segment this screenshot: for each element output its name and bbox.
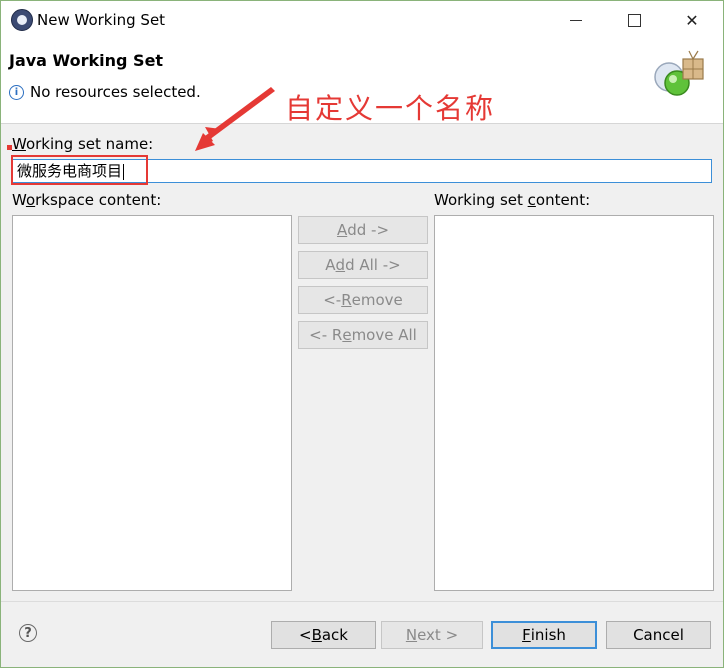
title-bar: New Working Set ✕	[1, 1, 723, 39]
minimize-button[interactable]	[553, 1, 599, 39]
wizard-title: Java Working Set	[9, 51, 164, 70]
annotation-highlight-box	[11, 155, 148, 185]
close-icon: ✕	[685, 10, 699, 30]
wizard-message-text: No resources selected.	[30, 83, 201, 101]
workspace-content-tree[interactable]	[12, 215, 292, 591]
add-button[interactable]: Add ->	[298, 216, 428, 244]
finish-button[interactable]: Finish	[491, 621, 597, 649]
footer-separator	[1, 601, 723, 602]
info-icon: i	[9, 84, 24, 100]
dialog-window: New Working Set ✕ Java Working Set i No …	[0, 0, 724, 668]
working-set-wizard-icon	[654, 50, 704, 96]
close-button[interactable]: ✕	[669, 1, 715, 39]
cancel-button[interactable]: Cancel	[606, 621, 711, 649]
add-all-button[interactable]: Add All ->	[298, 251, 428, 279]
minimize-icon	[570, 19, 582, 21]
remove-button[interactable]: <- Remove	[298, 286, 428, 314]
maximize-icon	[627, 13, 641, 27]
working-set-name-label: Working set name:	[12, 135, 154, 153]
working-set-content-label: Working set content:	[434, 191, 591, 209]
annotation-label: 自定义一个名称	[285, 92, 496, 125]
window-title: New Working Set	[37, 11, 166, 29]
annotation-arrow-icon	[195, 87, 275, 151]
working-set-content-tree[interactable]	[434, 215, 714, 591]
maximize-button[interactable]	[611, 1, 657, 39]
workspace-content-label: Workspace content:	[12, 191, 162, 209]
remove-all-button[interactable]: <- Re move All	[298, 321, 428, 349]
next-button[interactable]: Next >	[381, 621, 483, 649]
eclipse-app-icon	[11, 9, 33, 31]
working-set-name-label-text: orking set name:	[25, 135, 154, 153]
wizard-message: i No resources selected.	[9, 83, 201, 101]
help-icon[interactable]: ?	[19, 624, 37, 642]
back-button[interactable]: < Back	[271, 621, 376, 649]
